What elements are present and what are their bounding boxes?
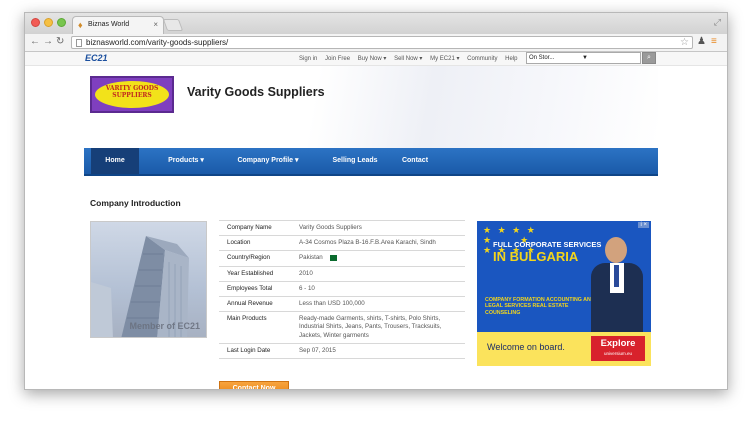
tab-title: Biznas World xyxy=(88,21,130,28)
company-header: VARITY GOODS SUPPLIERS Varity Goods Supp… xyxy=(84,66,658,148)
row-label: Country/Region xyxy=(219,250,291,267)
company-name-title: Varity Goods Suppliers xyxy=(187,85,325,99)
row-value: 2010 xyxy=(291,266,465,282)
row-label: Main Products xyxy=(219,311,291,344)
row-label: Location xyxy=(219,235,291,252)
ad-welcome-text: Welcome on board. xyxy=(487,342,565,352)
search-icon: ⌕ xyxy=(647,54,651,61)
nav-contact[interactable]: Contact xyxy=(390,148,440,174)
row-value: A-34 Cosmos Plaza B-16.F.B.Area Karachi,… xyxy=(291,235,465,252)
table-row: Annual Revenue Less than USD 100,000 xyxy=(219,296,465,313)
close-window-button[interactable] xyxy=(31,18,40,27)
table-row: Year Established 2010 xyxy=(219,266,465,282)
chevron-down-icon: ▼ xyxy=(582,55,588,61)
back-icon[interactable]: ← xyxy=(30,36,40,48)
pakistan-flag-icon xyxy=(327,254,337,261)
row-value: Sep 07, 2015 xyxy=(291,343,465,360)
ad-headline-1: FULL CORPORATE SERVICES xyxy=(493,240,602,249)
nav-selling-leads[interactable]: Selling Leads xyxy=(318,148,392,174)
contact-now-button[interactable]: Contact Now xyxy=(219,381,289,389)
url-text: biznasworld.com/varity-goods-suppliers/ xyxy=(86,38,229,47)
table-row: Company Name Varity Goods Suppliers xyxy=(219,219,465,237)
help-link[interactable]: Help xyxy=(505,56,517,62)
search-button[interactable]: ⌕ xyxy=(642,52,656,64)
browser-tab[interactable]: ♦ Biznas World × xyxy=(72,16,164,34)
maximize-window-button[interactable] xyxy=(57,18,66,27)
site-search-select[interactable]: On Stor... ▼ xyxy=(526,52,641,64)
row-value: 6 - 10 xyxy=(291,281,465,298)
screenshot-stage: ♦ Biznas World × ⤢ ← → ↻ biznasworld.com… xyxy=(0,0,750,425)
company-logo-badge: VARITY GOODS SUPPLIERS xyxy=(95,81,169,108)
row-label: Employees Total xyxy=(219,281,291,298)
favicon-icon: ♦ xyxy=(78,20,83,30)
menu-icon[interactable]: ≡ xyxy=(711,36,717,48)
row-value: Less than USD 100,000 xyxy=(291,296,465,313)
ad-footer: Welcome on board. Explore universium.eu xyxy=(477,332,651,366)
top-links: Sign in Join Free Buy Now ▾ Sell Now ▾ M… xyxy=(299,55,524,62)
row-label: Last Login Date xyxy=(219,343,291,360)
ad-person-image xyxy=(591,233,643,333)
ad-explore-label: Explore xyxy=(600,338,636,349)
page-viewport: EC21 Sign in Join Free Buy Now ▾ Sell No… xyxy=(25,52,727,389)
company-info-table: Company Name Varity Goods Suppliers Loca… xyxy=(219,219,465,360)
ec21-topbar: EC21 Sign in Join Free Buy Now ▾ Sell No… xyxy=(25,52,727,66)
company-image: Member of EC21 xyxy=(90,221,207,338)
page-icon xyxy=(76,39,82,47)
ad-choices-icon[interactable]: i × xyxy=(638,222,649,228)
extension-icon[interactable]: ♟ xyxy=(697,36,706,48)
nav-company-profile[interactable]: Company Profile ▾ xyxy=(224,148,312,174)
ad-explore-button[interactable]: Explore universium.eu xyxy=(591,336,645,361)
sell-now-link[interactable]: Sell Now ▾ xyxy=(394,56,422,62)
my-ec21-link[interactable]: My EC21 ▾ xyxy=(430,56,459,62)
country-text: Pakistan xyxy=(299,254,323,262)
table-row: Main Products Ready-made Garments, shirt… xyxy=(219,311,465,344)
tab-strip: ♦ Biznas World × ⤢ xyxy=(25,13,727,34)
fullscreen-icon[interactable]: ⤢ xyxy=(714,17,721,28)
ad-banner[interactable]: i × ★ ★ ★ ★ ★ ★ ★ ★ ★ ★ FULL CORPORATE SER… xyxy=(477,221,651,366)
main-nav: Home Products ▾ Company Profile ▾ Sellin… xyxy=(84,148,658,176)
row-value: Ready-made Garments, shirts, T-shirts, P… xyxy=(291,311,465,344)
sign-in-link[interactable]: Sign in xyxy=(299,56,317,62)
table-row: Last Login Date Sep 07, 2015 xyxy=(219,343,465,360)
table-row: Location A-34 Cosmos Plaza B-16.F.B.Area… xyxy=(219,235,465,252)
company-logo[interactable]: VARITY GOODS SUPPLIERS xyxy=(90,76,174,113)
address-bar[interactable]: biznasworld.com/varity-goods-suppliers/ … xyxy=(71,36,693,49)
minimize-window-button[interactable] xyxy=(44,18,53,27)
community-link[interactable]: Community xyxy=(467,56,497,62)
join-free-link[interactable]: Join Free xyxy=(325,56,350,62)
logo-text-line-2: SUPPLIERS xyxy=(112,92,152,99)
site-select-value: On Stor... xyxy=(529,55,555,61)
table-row: Employees Total 6 - 10 xyxy=(219,281,465,298)
ec21-logo[interactable]: EC21 xyxy=(85,53,108,63)
ad-explore-url: universium.eu xyxy=(603,351,632,356)
browser-toolbar: ← → ↻ biznasworld.com/varity-goods-suppl… xyxy=(25,34,727,52)
row-label: Year Established xyxy=(219,266,291,282)
row-label: Annual Revenue xyxy=(219,296,291,313)
row-value-country: Pakistan xyxy=(291,250,465,267)
ad-subtext: COMPANY FORMATION ACCOUNTING AND LEGAL S… xyxy=(485,297,595,316)
buy-now-link[interactable]: Buy Now ▾ xyxy=(358,56,387,62)
nav-home[interactable]: Home xyxy=(91,148,139,174)
member-watermark: Member of EC21 xyxy=(129,321,200,331)
bookmark-star-icon[interactable]: ☆ xyxy=(680,37,689,49)
logo-text-line-1: VARITY GOODS xyxy=(105,85,159,92)
table-row: Country/Region Pakistan xyxy=(219,250,465,267)
forward-icon[interactable]: → xyxy=(43,36,53,48)
reload-icon[interactable]: ↻ xyxy=(56,36,64,48)
browser-window: ♦ Biznas World × ⤢ ← → ↻ biznasworld.com… xyxy=(24,12,728,390)
section-title: Company Introduction xyxy=(90,198,181,208)
row-value: Varity Goods Suppliers xyxy=(291,219,465,237)
nav-products[interactable]: Products ▾ xyxy=(154,148,218,174)
row-label: Company Name xyxy=(219,219,291,237)
ad-headline-2: IN BULGARIA xyxy=(493,249,579,264)
new-tab-button[interactable] xyxy=(162,19,184,31)
tab-close-icon[interactable]: × xyxy=(153,20,158,29)
